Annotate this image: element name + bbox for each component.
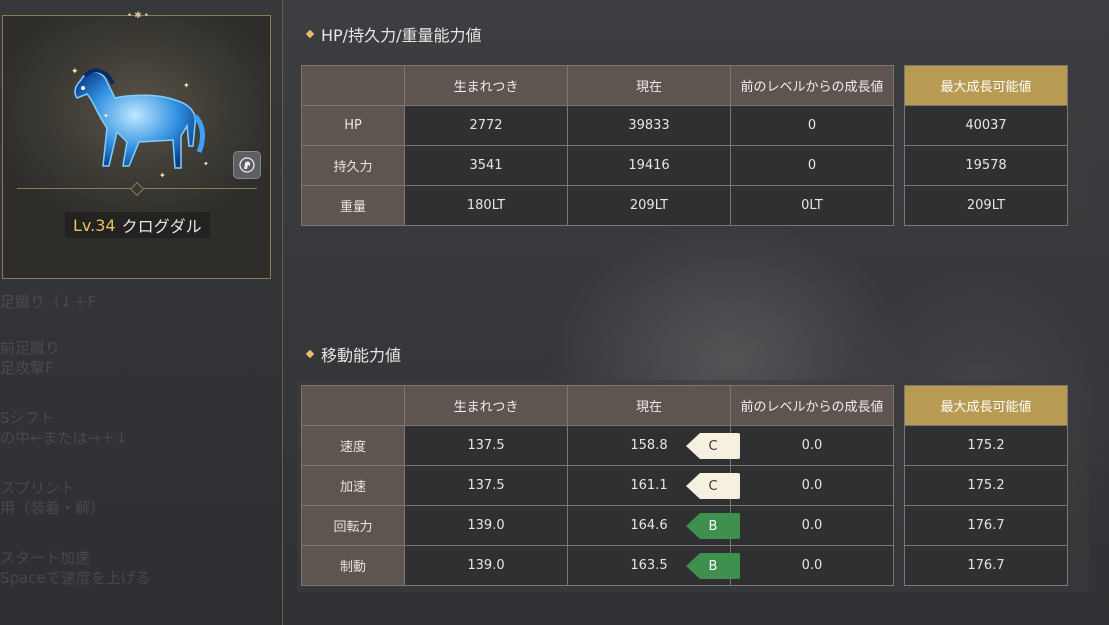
move-section-title-text: 移動能力値 [321, 346, 402, 365]
cell-current: 164.6 B [567, 505, 740, 546]
table-row: 加速 137.5 161.1 C 0.0 175.2 [301, 465, 1068, 506]
diamond-icon [305, 29, 315, 39]
table-row: 重量 180LT 209LT 0LT 209LT [301, 185, 1068, 226]
svg-text:✦: ✦ [159, 171, 166, 180]
horse-info-button[interactable] [233, 151, 261, 179]
header-born: 生まれつき [404, 65, 568, 106]
row-label: 重量 [301, 185, 405, 226]
hp-stats-table: 生まれつき 現在 前のレベルからの成長値 最大成長可能値 HP 2772 398… [301, 65, 1068, 226]
panel-divider [282, 0, 283, 625]
svg-text:✦: ✦ [203, 160, 209, 168]
ghost-row-1: 前足蹴り 足攻撃F [0, 339, 61, 377]
horse-name-plate: Lv.34 クログダル [65, 212, 210, 238]
column-gap [894, 186, 905, 226]
svg-text:✦: ✦ [71, 67, 79, 77]
ghost-row-2: Sシフト の中←または→＋↓ [0, 409, 128, 447]
svg-text:✦: ✦ [183, 81, 190, 90]
card-ornament-icon: •✱• [126, 11, 152, 21]
header-max: 最大成長可能値 [904, 65, 1068, 106]
horse-portrait: ✦ ✦ ✦ ✦ ✦ [71, 67, 209, 180]
current-value: 163.5 [630, 558, 668, 573]
cell-current: 19416 [567, 145, 731, 186]
cell-growth: 0.0 [730, 465, 894, 506]
grade-badge: B [686, 513, 740, 539]
move-stats-table: 生まれつき 現在 前のレベルからの成長値 最大成長可能値 速度 137.5 15… [301, 385, 1068, 586]
cell-max: 175.2 [904, 425, 1068, 466]
header-growth: 前のレベルからの成長値 [730, 385, 894, 426]
horse-head-icon [239, 157, 255, 173]
header-current: 現在 [567, 65, 731, 106]
diamond-icon [305, 349, 315, 359]
cell-born: 3541 [404, 145, 568, 186]
cell-current: 158.8 C [567, 425, 740, 466]
cell-growth: 0 [730, 145, 894, 186]
cell-growth: 0.0 [730, 545, 894, 586]
cell-growth: 0 [730, 105, 894, 146]
table-row: 制動 139.0 163.5 B 0.0 176.7 [301, 545, 1068, 586]
move-section-title: 移動能力値 [305, 342, 402, 366]
cell-max: 176.7 [904, 545, 1068, 586]
cell-current: 39833 [567, 105, 731, 146]
column-gap [894, 106, 905, 146]
table-row: 速度 137.5 158.8 C 0.0 175.2 [301, 425, 1068, 466]
hp-section-title-text: HP/持久力/重量能力値 [321, 26, 482, 45]
row-label: 回転力 [301, 505, 405, 546]
row-label: 速度 [301, 425, 405, 466]
horse-name: クログダル [121, 217, 202, 236]
header-max: 最大成長可能値 [904, 385, 1068, 426]
column-gap [894, 546, 905, 586]
header-current: 現在 [567, 385, 731, 426]
row-label: HP [301, 105, 405, 146]
cell-born: 137.5 [404, 425, 568, 466]
cell-max: 176.7 [904, 505, 1068, 546]
row-label: 制動 [301, 545, 405, 586]
cell-growth: 0.0 [730, 425, 894, 466]
column-gap [894, 506, 905, 546]
ghost-row-0: 足蹴り（↓＋F [0, 293, 97, 311]
row-label: 持久力 [301, 145, 405, 186]
horse-level: Lv.34 [73, 215, 116, 235]
table-row: HP 2772 39833 0 40037 [301, 105, 1068, 146]
cell-growth: 0LT [730, 185, 894, 226]
table-row: 持久力 3541 19416 0 19578 [301, 145, 1068, 186]
grade-badge: C [686, 473, 740, 499]
cell-current: 163.5 B [567, 545, 740, 586]
header-growth: 前のレベルからの成長値 [730, 65, 894, 106]
cell-born: 180LT [404, 185, 568, 226]
cell-max: 19578 [904, 145, 1068, 186]
hp-stats-panel: 生まれつき 現在 前のレベルからの成長値 最大成長可能値 HP 2772 398… [297, 60, 1089, 232]
column-gap [894, 66, 905, 106]
cell-max: 40037 [904, 105, 1068, 146]
horse-card: •✱• ✦ ✦ ✦ ✦ ✦ Lv.34 クログダル [2, 11, 271, 279]
cell-born: 137.5 [404, 465, 568, 506]
header-born: 生まれつき [404, 385, 568, 426]
column-gap [894, 386, 905, 426]
svg-text:✦: ✦ [103, 112, 109, 120]
cell-born: 139.0 [404, 545, 568, 586]
cell-born: 2772 [404, 105, 568, 146]
corner-header [301, 385, 405, 426]
ghost-row-4: スタート加速 Spaceで速度を上げる [0, 549, 151, 587]
cell-growth: 0.0 [730, 505, 894, 546]
move-stats-panel: 生まれつき 現在 前のレベルからの成長値 最大成長可能値 速度 137.5 15… [297, 380, 1089, 592]
grade-badge: B [686, 553, 740, 579]
current-value: 158.8 [630, 438, 668, 453]
table-row: 回転力 139.0 164.6 B 0.0 176.7 [301, 505, 1068, 546]
ghost-row-3: スプリント 用（装着・解） [0, 479, 106, 517]
column-gap [894, 146, 905, 186]
column-gap [894, 466, 905, 506]
hp-section-title: HP/持久力/重量能力値 [305, 22, 482, 46]
cell-born: 139.0 [404, 505, 568, 546]
row-label: 加速 [301, 465, 405, 506]
corner-header [301, 65, 405, 106]
cell-max: 175.2 [904, 465, 1068, 506]
current-value: 164.6 [630, 518, 668, 533]
grade-badge: C [686, 433, 740, 459]
current-value: 161.1 [630, 478, 668, 493]
cell-current: 209LT [567, 185, 731, 226]
column-gap [894, 426, 905, 466]
cell-max: 209LT [904, 185, 1068, 226]
cell-current: 161.1 C [567, 465, 740, 506]
